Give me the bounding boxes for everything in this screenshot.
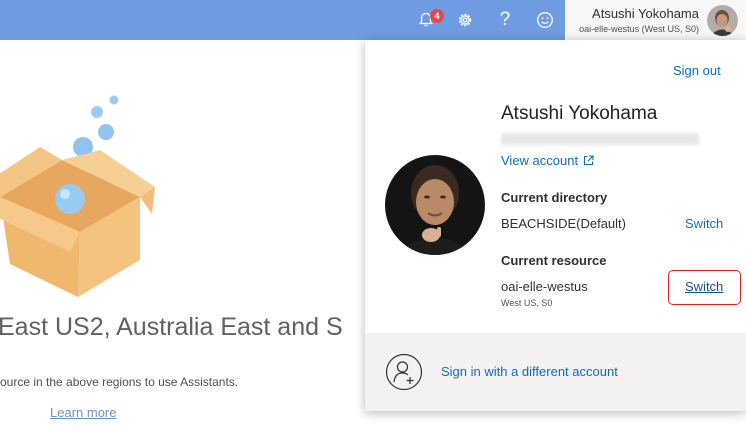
current-resource-label: Current resource xyxy=(501,253,607,268)
empty-box-illustration xyxy=(0,92,170,307)
add-account-icon[interactable] xyxy=(385,353,423,391)
account-button[interactable]: Atsushi Yokohama oai-elle-westus (West U… xyxy=(565,0,746,40)
regions-description: ource in the above regions to use Assist… xyxy=(0,375,239,389)
account-resource: oai-elle-westus (West US, S0) xyxy=(579,24,699,34)
view-account-link[interactable]: View account xyxy=(501,153,594,168)
current-directory-label: Current directory xyxy=(501,190,608,205)
account-name: Atsushi Yokohama xyxy=(592,6,699,21)
help-button[interactable]: ? xyxy=(492,7,518,33)
external-link-icon xyxy=(584,155,594,166)
switch-directory-link[interactable]: Switch xyxy=(685,216,723,231)
help-icon: ? xyxy=(499,9,511,30)
view-account-label: View account xyxy=(501,153,579,168)
gear-icon xyxy=(458,13,472,27)
settings-button[interactable] xyxy=(452,7,478,33)
current-resource-region: West US, S0 xyxy=(501,298,553,308)
profile-name: Atsushi Yokohama xyxy=(501,103,658,124)
notification-count-badge: 4 xyxy=(430,9,444,23)
feedback-button[interactable] xyxy=(532,7,558,33)
avatar xyxy=(707,5,738,36)
sign-in-different-account-link[interactable]: Sign in with a different account xyxy=(441,364,618,379)
sign-out-link[interactable]: Sign out xyxy=(673,63,721,78)
learn-more-link[interactable]: Learn more xyxy=(50,405,116,420)
profile-email-redacted xyxy=(501,133,699,145)
smiley-icon xyxy=(537,12,553,28)
regions-heading: East US2, Australia East and S xyxy=(0,313,343,341)
switch-resource-link[interactable]: Switch xyxy=(685,279,723,294)
current-directory-value: BEACHSIDE(Default) xyxy=(501,216,626,231)
current-resource-value: oai-elle-westus xyxy=(501,279,588,294)
profile-photo xyxy=(385,155,485,255)
